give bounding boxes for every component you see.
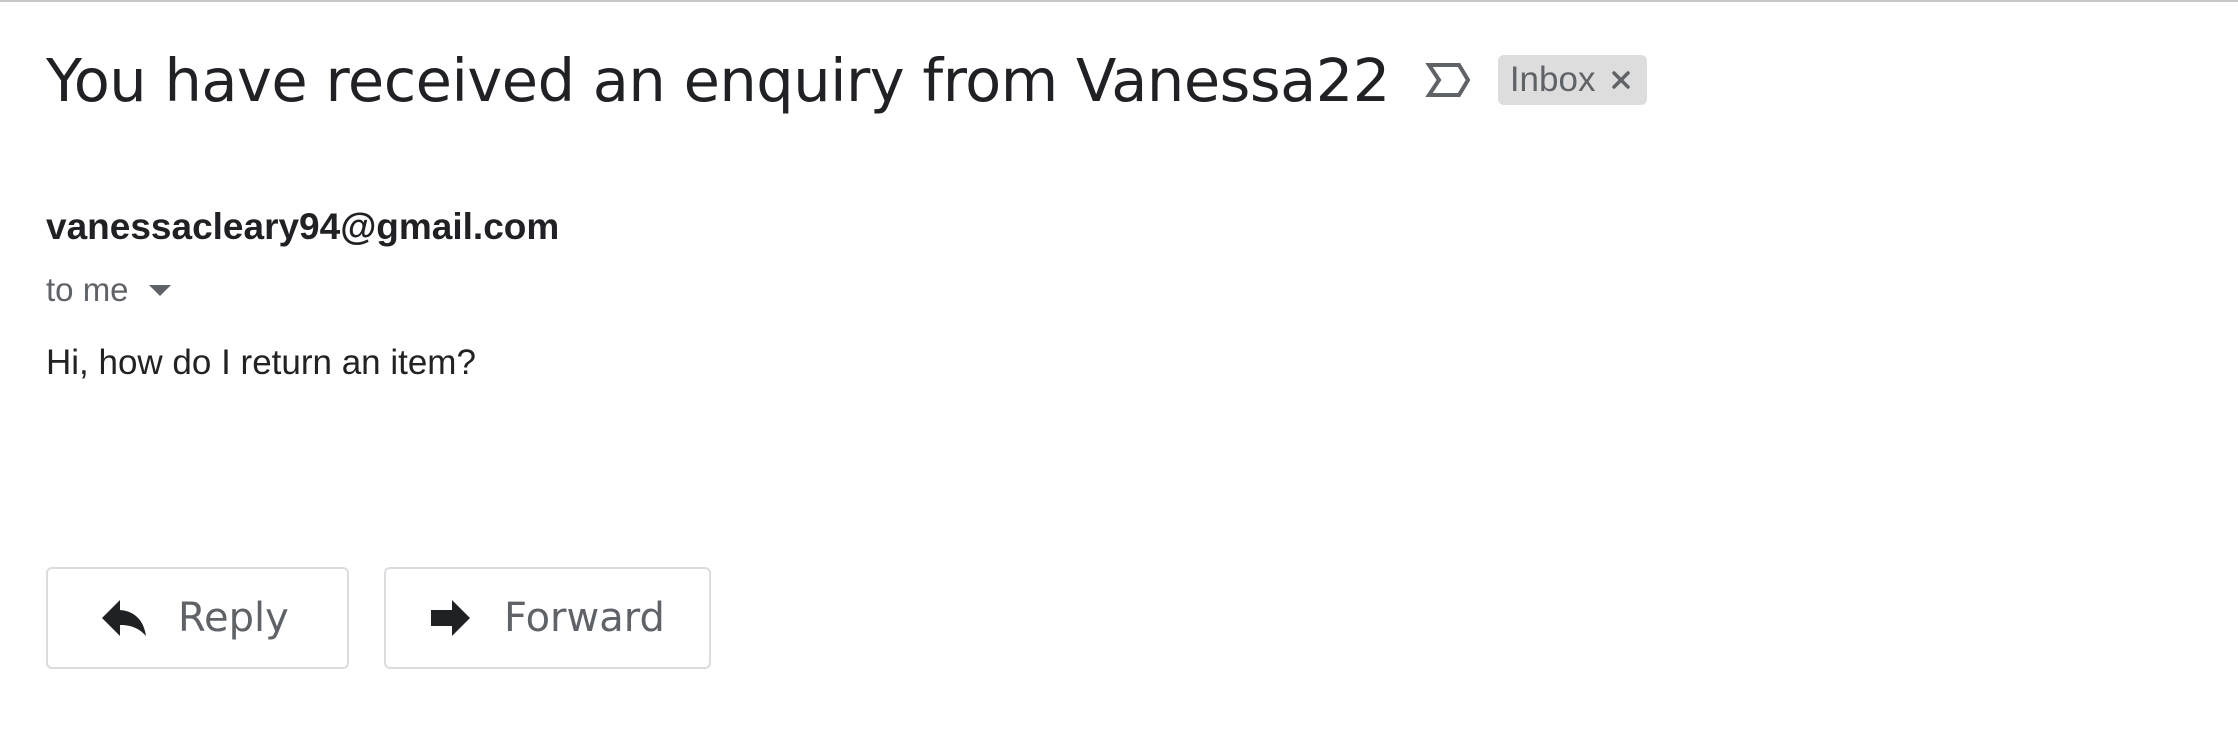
reply-icon — [100, 594, 148, 642]
top-divider — [0, 0, 2238, 2]
close-icon[interactable] — [1607, 66, 1635, 94]
label-chip-text: Inbox — [1509, 60, 1596, 99]
reply-button[interactable]: Reply — [46, 567, 349, 669]
recipient-label: to me — [46, 271, 129, 308]
importance-marker-icon[interactable] — [1424, 60, 1472, 100]
recipient-details-toggle[interactable]: to me — [46, 265, 171, 315]
forward-button[interactable]: Forward — [384, 567, 711, 669]
subject-row: You have received an enquiry from Vaness… — [46, 40, 1648, 120]
email-subject: You have received an enquiry from Vaness… — [46, 45, 1390, 115]
sender-email: vanessacleary94@gmail.com — [46, 206, 560, 247]
forward-icon — [426, 594, 474, 642]
forward-label: Forward — [504, 595, 665, 641]
reply-label: Reply — [178, 595, 289, 641]
inbox-label-chip[interactable]: Inbox — [1497, 55, 1648, 105]
email-body: Hi, how do I return an item? — [46, 343, 476, 382]
chevron-down-icon[interactable] — [148, 284, 171, 296]
